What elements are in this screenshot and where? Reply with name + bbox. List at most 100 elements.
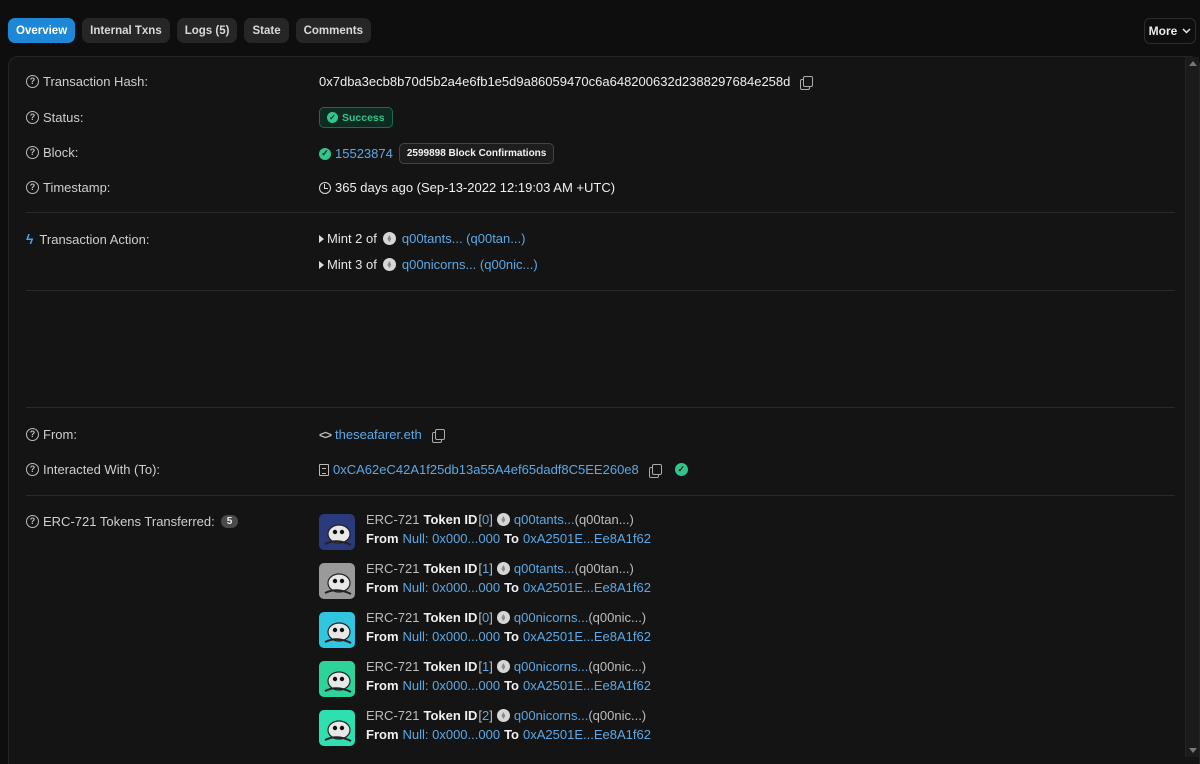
token-name-link[interactable]: q00tants... [514,561,575,576]
clock-icon [319,181,331,194]
from-address-link[interactable]: Null: 0x000...000 [403,580,501,595]
more-dropdown-button[interactable]: More [1144,18,1196,44]
transfer-line-from-to: From Null: 0x000...000 To 0xA2501E...Ee8A1f… [366,580,651,595]
token-id-link[interactable]: 1 [482,561,489,576]
token-logo-icon [382,232,396,245]
nft-image-icon [324,573,352,595]
to-address-link[interactable]: 0xA2501E...Ee8A1f62 [523,629,651,644]
to-label: To [504,580,519,595]
tx-hash-value: 0x7dba3ecb8b70d5b2a4e6fb1e5d9a86059470c6… [319,74,791,89]
tab-overview[interactable]: Overview [8,18,76,43]
token-name-link[interactable]: q00nicorns... [514,659,588,674]
transfer-line-token: ERC-721 Token ID[0] q00tants... (q00tan...) [366,512,634,527]
erc721-label-wrap: ? ERC-721 Tokens Transferred: 5 [26,514,239,529]
token-name-link[interactable]: q00tants... [514,512,575,527]
from-row: ? From: <> theseafarer.eth [26,427,1175,443]
tab-state[interactable]: State [244,18,289,43]
token-symbol: (q00nic...) [588,610,647,625]
nft-thumbnail[interactable] [319,612,355,648]
question-icon[interactable]: ? [26,75,39,88]
question-icon[interactable]: ? [26,181,39,194]
nft-image-icon [324,524,352,546]
to-address-link[interactable]: 0xA2501E...Ee8A1f62 [523,531,651,546]
token-standard: ERC-721 [366,659,420,674]
token-name-link[interactable]: q00nicorns... [514,708,588,723]
block-label-wrap: ? Block: [26,145,78,160]
token-id-label: Token ID [423,512,478,527]
copy-icon[interactable] [648,463,662,478]
tab-internal-txns[interactable]: Internal Txns [82,18,170,43]
timestamp-label: Timestamp: [43,180,111,195]
timestamp-value: 365 days ago (Sep-13-2022 12:19:03 AM +U… [335,180,616,195]
to-value-wrap: 0xCA62eC42A1f25db13a55A4ef65dadf8C5EE260… [319,462,688,478]
token-id-link[interactable]: 2 [482,708,489,723]
from-address-link[interactable]: Null: 0x000...000 [403,531,501,546]
token-logo-icon [496,513,510,526]
from-address-link[interactable]: Null: 0x000...000 [403,629,501,644]
timestamp-value-wrap: 365 days ago (Sep-13-2022 12:19:03 AM +U… [319,180,615,195]
question-icon[interactable]: ? [26,463,39,476]
nft-image-icon [324,671,352,693]
token-id-link[interactable]: 0 [482,610,489,625]
token-id-link[interactable]: 0 [482,512,489,527]
scrollbar[interactable] [1185,57,1199,757]
to-address-link[interactable]: 0xA2501E...Ee8A1f62 [523,727,651,742]
tab-logs[interactable]: Logs (5) [176,18,238,43]
code-brackets-icon: <> [319,427,332,442]
token-name-link[interactable]: q00nicorns... [514,610,588,625]
caret-right-icon[interactable] [319,260,324,269]
check-circle-icon: ✓ [327,112,338,123]
token-standard: ERC-721 [366,561,420,576]
block-number-link[interactable]: 15523874 [335,146,393,161]
nft-thumbnail[interactable] [319,514,355,550]
tx-action-label: Transaction Action: [39,231,150,247]
tx-action-item-1-prefix: Mint 2 of [327,231,377,246]
copy-icon[interactable] [800,75,814,90]
token-id-label: Token ID [423,708,478,723]
tx-action-item-1-token[interactable]: q00tants... (q00tan...) [402,231,526,246]
erc721-count-badge: 5 [220,515,239,528]
scroll-down-icon[interactable] [1189,748,1197,753]
nft-image-icon [324,622,352,644]
divider [26,495,1175,496]
from-address-link[interactable]: Null: 0x000...000 [403,678,501,693]
token-symbol: (q00nic...) [588,659,647,674]
nft-thumbnail[interactable] [319,710,355,746]
from-address-link[interactable]: Null: 0x000...000 [403,727,501,742]
from-label: From [366,629,399,644]
token-standard: ERC-721 [366,610,420,625]
lightning-bolt-icon: ϟ [26,231,34,247]
to-address-link[interactable]: 0xCA62eC42A1f25db13a55A4ef65dadf8C5EE260… [333,462,639,477]
tx-action-item-2-prefix: Mint 3 of [327,257,377,272]
caret-right-icon[interactable] [319,234,324,243]
token-id-link[interactable]: 1 [482,659,489,674]
question-icon[interactable]: ? [26,146,39,159]
copy-icon[interactable] [431,428,445,443]
verified-contract-icon: ✓ [674,463,688,476]
token-id-bracket: ] [489,610,493,625]
question-icon[interactable]: ? [26,428,39,441]
question-icon[interactable]: ? [26,111,39,124]
token-id-label: Token ID [423,561,478,576]
from-label-wrap: ? From: [26,427,77,442]
nft-thumbnail[interactable] [319,563,355,599]
to-address-link[interactable]: 0xA2501E...Ee8A1f62 [523,580,651,595]
from-address-link[interactable]: theseafarer.eth [335,427,422,442]
transfer-line-token: ERC-721 Token ID[0] q00nicorns... (q00nic..… [366,610,646,625]
nft-thumbnail[interactable] [319,661,355,697]
to-address-link[interactable]: 0xA2501E...Ee8A1f62 [523,678,651,693]
token-standard: ERC-721 [366,512,420,527]
erc721-label: ERC-721 Tokens Transferred: [43,514,215,529]
token-logo-icon [496,660,510,673]
to-label: To [504,727,519,742]
from-label: From [366,727,399,742]
tab-comments[interactable]: Comments [295,18,372,43]
tab-bar: Overview Internal Txns Logs (5) State Co… [8,18,372,43]
question-icon[interactable]: ? [26,515,39,528]
tx-action-item-2-token[interactable]: q00nicorns... (q00nic...) [402,257,538,272]
contract-file-icon [319,463,329,476]
status-label: Status: [43,110,84,125]
scroll-up-icon[interactable] [1189,61,1197,66]
chevron-down-icon [1182,28,1191,34]
to-label: To [504,629,519,644]
